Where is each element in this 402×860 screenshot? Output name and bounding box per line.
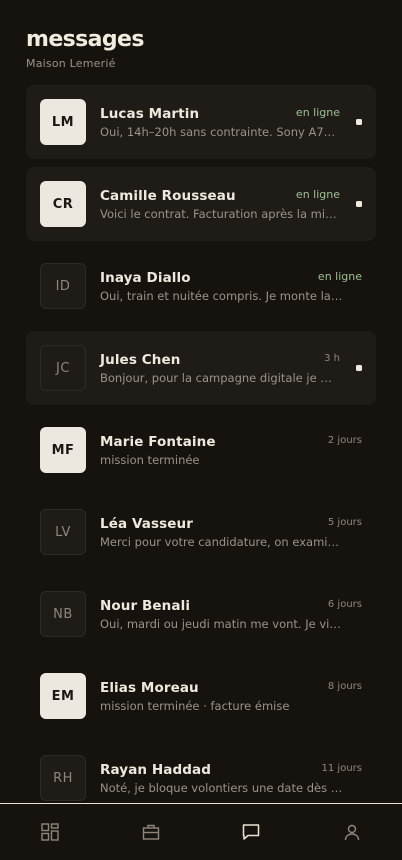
conversation-list: LM Lucas Martin en ligne Oui, 14h–20h sans …	[26, 85, 376, 823]
message-time: 5 jours	[327, 517, 362, 528]
page-header: messages Maison Lemerié	[26, 26, 144, 70]
message-time: 3 h	[324, 353, 340, 364]
page-title: messages	[26, 27, 144, 52]
avatar: LV	[40, 509, 86, 555]
contact-name: Camille Rousseau	[100, 188, 236, 204]
message-preview: Oui, 14h–20h sans contrainte. Sony A7 IV…	[100, 125, 338, 139]
tab-messages[interactable]	[226, 812, 276, 852]
avatar: ID	[40, 263, 86, 309]
avatar: JC	[40, 345, 86, 391]
message-preview: Merci pour votre candidature, on examine…	[100, 535, 344, 549]
briefcase-icon	[142, 824, 159, 840]
message-preview: mission terminée · facture émise	[100, 699, 290, 713]
conversation-row[interactable]: MF Marie Fontaine 2 jours mission terminée	[26, 413, 376, 487]
contact-name: Elias Moreau	[100, 680, 199, 696]
message-time: 11 jours	[321, 763, 362, 774]
conversation-row[interactable]: JC Jules Chen 3 h Bonjour, pour la campagne…	[26, 331, 376, 405]
tab-missions[interactable]	[126, 812, 176, 852]
chat-icon	[243, 824, 260, 840]
message-preview: Oui, mardi ou jeudi matin me vont. Je vi…	[100, 617, 344, 631]
unread-indicator	[356, 119, 362, 125]
online-status: en ligne	[317, 270, 362, 283]
message-time: 6 jours	[327, 599, 362, 610]
bottom-tab-bar	[0, 803, 402, 860]
conversation-row[interactable]: NB Nour Benali 6 jours Oui, mardi ou jeudi …	[26, 577, 376, 651]
message-preview: Bonjour, pour la campagne digitale je pr…	[100, 371, 338, 385]
contact-name: Jules Chen	[100, 352, 181, 368]
user-icon	[344, 824, 359, 841]
tab-dashboard[interactable]	[25, 812, 75, 852]
contact-name: Rayan Haddad	[100, 762, 212, 778]
message-preview: Noté, je bloque volontiers une date dès …	[100, 781, 344, 795]
tab-profile[interactable]	[327, 812, 377, 852]
avatar: EM	[40, 673, 86, 719]
message-preview: mission terminée	[100, 453, 200, 467]
avatar: CR	[40, 181, 86, 227]
contact-name: Léa Vasseur	[100, 516, 193, 532]
conversation-row[interactable]: EM Elias Moreau 8 jours mission terminée · …	[26, 659, 376, 733]
conversation-row[interactable]: LM Lucas Martin en ligne Oui, 14h–20h sans …	[26, 85, 376, 159]
avatar: RH	[40, 755, 86, 801]
conversation-row[interactable]: ID Inaya Diallo en ligne Oui, train et nuit…	[26, 249, 376, 323]
unread-indicator	[356, 365, 362, 371]
message-time: 2 jours	[327, 435, 362, 446]
conversation-row[interactable]: CR Camille Rousseau en ligne Voici le contr…	[26, 167, 376, 241]
contact-name: Inaya Diallo	[100, 270, 191, 286]
message-preview: Voici le contrat. Facturation après la m…	[100, 207, 338, 221]
message-time: 8 jours	[327, 681, 362, 692]
contact-name: Marie Fontaine	[100, 434, 216, 450]
contact-name: Nour Benali	[100, 598, 191, 614]
grid-icon	[41, 823, 59, 841]
page-subtitle: Maison Lemerié	[26, 57, 116, 70]
message-preview: Oui, train et nuitée compris. Je monte l…	[100, 289, 344, 303]
online-status: en ligne	[295, 188, 340, 201]
contact-name: Lucas Martin	[100, 106, 200, 122]
online-status: en ligne	[295, 106, 340, 119]
unread-indicator	[356, 201, 362, 207]
avatar: MF	[40, 427, 86, 473]
avatar: NB	[40, 591, 86, 637]
conversation-row[interactable]: LV Léa Vasseur 5 jours Merci pour votre can…	[26, 495, 376, 569]
avatar: LM	[40, 99, 86, 145]
